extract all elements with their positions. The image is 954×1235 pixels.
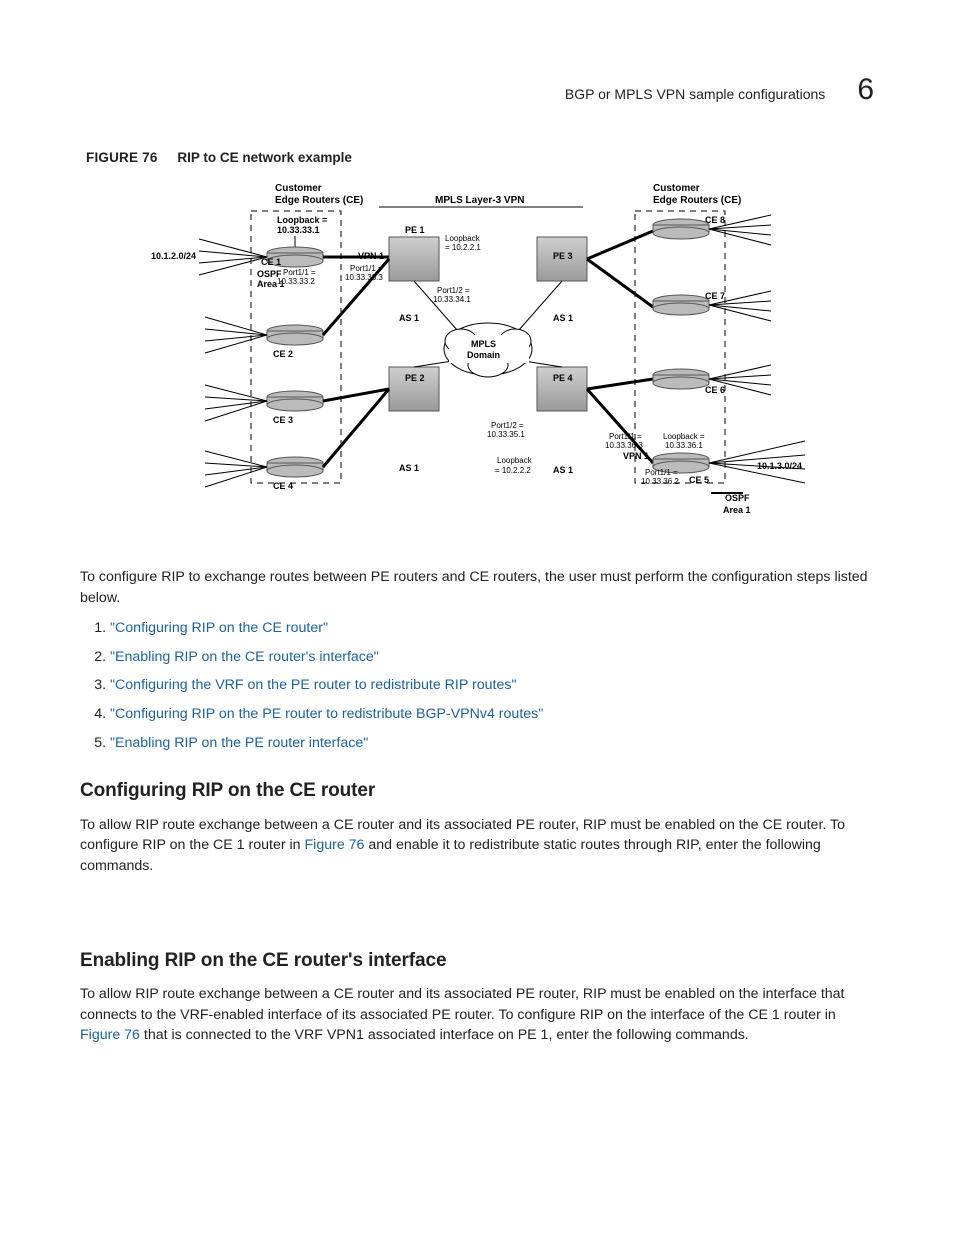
network-diagram: Customer Edge Routers (CE) MPLS Layer-3 … (145, 181, 809, 541)
text-loop-right-b: 10.33.36.1 (665, 441, 703, 450)
step-2: "Enabling RIP on the CE router's interfa… (110, 647, 874, 668)
text-pe1: PE 1 (405, 225, 425, 235)
text-pe4: PE 4 (553, 373, 573, 383)
text-mpls-domain-a: MPLS (471, 339, 496, 349)
section-2-body-b: that is connected to the VRF VPN1 associ… (140, 1027, 749, 1043)
text-ce-left-2: Edge Routers (CE) (275, 195, 363, 206)
text-as1-ll: AS 1 (399, 463, 419, 473)
section-1-body: To allow RIP route exchange between a CE… (80, 815, 874, 877)
text-loop-left-1: Loopback = (277, 215, 327, 225)
step-3: "Configuring the VRF on the PE router to… (110, 675, 874, 696)
text-pe1-loop-b: = 10.2.2.1 (445, 243, 481, 252)
router-ce8-icon (653, 219, 709, 239)
header-title: BGP or MPLS VPN sample configurations (565, 84, 825, 104)
text-as1-lr: AS 1 (553, 465, 573, 475)
section-2-title: Enabling RIP on the CE router's interfac… (80, 947, 874, 975)
text-loop-right-a: Loopback = (663, 432, 705, 441)
router-ce4-icon (267, 457, 323, 477)
text-pe3: PE 3 (553, 251, 573, 261)
text-ce5: CE 5 (689, 475, 709, 485)
router-ce3-icon (267, 391, 323, 411)
text-as1-ul: AS 1 (399, 313, 419, 323)
text-mpls-domain-b: Domain (467, 350, 500, 360)
text-pe2-loop-a: Loopback (497, 456, 533, 465)
step-5: "Enabling RIP on the PE router interface… (110, 733, 874, 754)
text-ce6: CE 6 (705, 385, 725, 395)
page-header: BGP or MPLS VPN sample configurations 6 (80, 68, 874, 112)
router-ce7-icon (653, 295, 709, 315)
text-ce8: CE 8 (705, 215, 725, 225)
step-1: "Configuring RIP on the CE router" (110, 618, 874, 639)
text-ce-left-1: Customer (275, 183, 322, 194)
step-2-link[interactable]: "Enabling RIP on the CE router's interfa… (110, 649, 379, 665)
text-ce5-p362-a: Port1/1 = (645, 468, 678, 477)
section-2-body-a: To allow RIP route exchange between a CE… (80, 986, 844, 1023)
text-ospf-right-a: OSPF (725, 493, 750, 503)
text-pe1-p12-b: 10.33.34.1 (433, 295, 471, 304)
router-pe1-icon (389, 237, 439, 281)
steps-list: "Configuring RIP on the CE router" "Enab… (80, 618, 874, 753)
text-net-left: 10.1.2.0/24 (151, 251, 196, 261)
step-3-link[interactable]: "Configuring the VRF on the PE router to… (110, 677, 516, 693)
text-ce1: CE 1 (261, 257, 281, 267)
section-2-body: To allow RIP route exchange between a CE… (80, 984, 874, 1046)
step-4-link[interactable]: "Configuring RIP on the PE router to red… (110, 706, 543, 722)
text-pe1-loop-a: Loopback (445, 234, 481, 243)
router-ce6-icon (653, 369, 709, 389)
text-ce4: CE 4 (273, 481, 293, 491)
text-ce5-p363-b: 10.33.36.3 (605, 441, 643, 450)
text-ce5-p362-b: 10.33.36.2 (641, 477, 679, 486)
text-ce5-p363-a: Port1/1 = (609, 432, 642, 441)
text-loop-left-2: 10.33.33.1 (277, 225, 320, 235)
step-4: "Configuring RIP on the PE router to red… (110, 704, 874, 725)
text-ce3: CE 3 (273, 415, 293, 425)
text-pe2-p12-a: Port1/2 = (491, 421, 524, 430)
text-as1-ur: AS 1 (553, 313, 573, 323)
section-1-title: Configuring RIP on the CE router (80, 777, 874, 805)
step-5-link[interactable]: "Enabling RIP on the PE router interface… (110, 735, 368, 751)
router-ce2-icon (267, 325, 323, 345)
text-ospf-right-b: Area 1 (723, 505, 751, 515)
figure-title: RIP to CE network example (177, 150, 352, 165)
text-pe2-p12-b: 10.33.35.1 (487, 430, 525, 439)
figure-caption: FIGURE 76 RIP to CE network example (86, 148, 874, 168)
text-mpls-l3: MPLS Layer-3 VPN (435, 195, 524, 206)
section-1-figlink[interactable]: Figure 76 (305, 837, 365, 853)
step-1-link[interactable]: "Configuring RIP on the CE router" (110, 620, 328, 636)
text-net-right: 10.1.3.0/24 (757, 461, 802, 471)
text-pe1-p12-a: Port1/2 = (437, 286, 470, 295)
text-vpn1-right: VPN 1 (623, 451, 649, 461)
figure-number: FIGURE 76 (86, 150, 158, 165)
text-ce1-port-b: 10.33.33.2 (277, 277, 315, 286)
chapter-number: 6 (857, 68, 874, 112)
text-ce-right-2: Edge Routers (CE) (653, 195, 741, 206)
text-ce2: CE 2 (273, 349, 293, 359)
section-2-figlink[interactable]: Figure 76 (80, 1027, 140, 1043)
text-pe2-loop-b: = 10.2.2.2 (495, 466, 531, 475)
text-pe2: PE 2 (405, 373, 425, 383)
text-ce7: CE 7 (705, 291, 725, 301)
text-ce1-port-a: Port1/1 = (283, 268, 316, 277)
intro-paragraph: To configure RIP to exchange routes betw… (80, 567, 874, 608)
text-ce-right-1: Customer (653, 183, 700, 194)
